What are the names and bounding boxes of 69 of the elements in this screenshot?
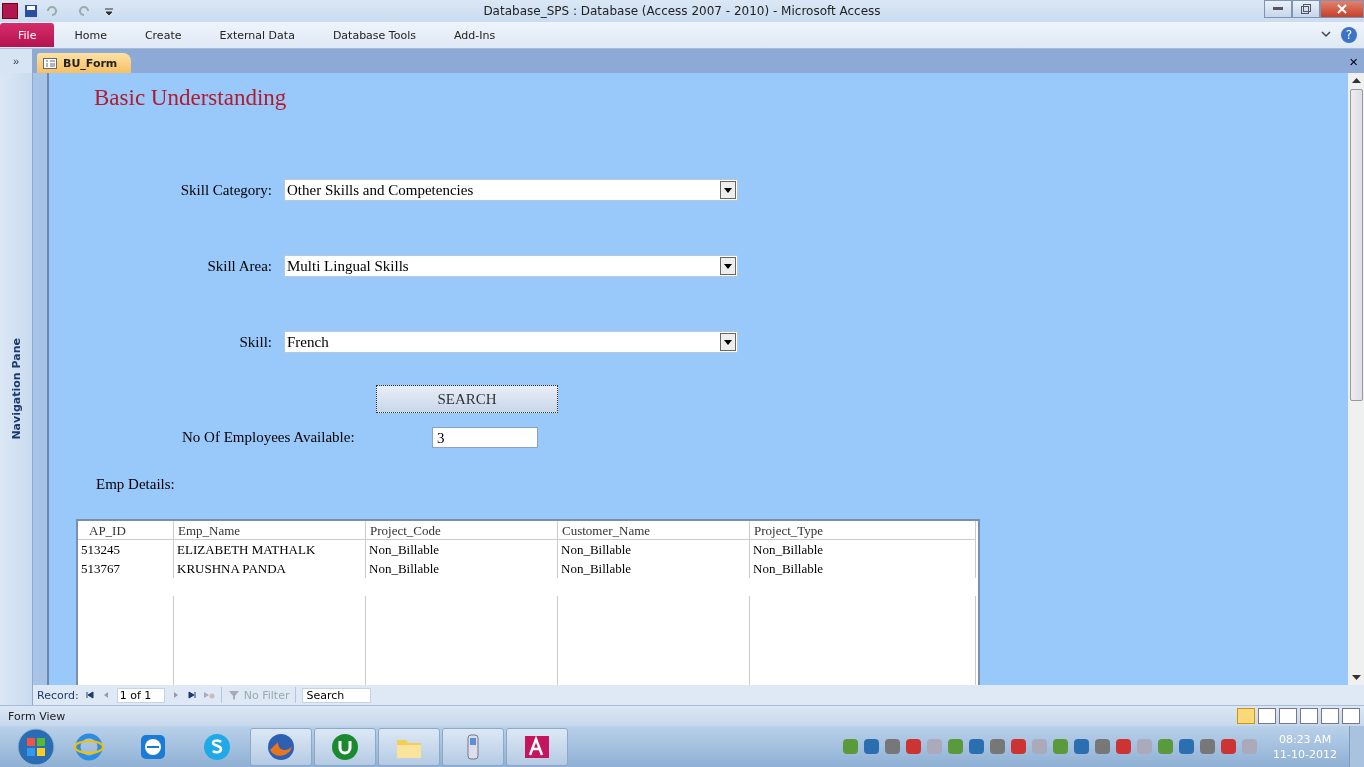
restore-button[interactable]	[1292, 0, 1320, 18]
details-label: Emp Details:	[96, 476, 176, 493]
minimize-icon	[1273, 7, 1283, 11]
column-header[interactable]: Customer_Name	[558, 521, 750, 540]
funnel-icon	[227, 689, 240, 701]
clock-date: 11-10-2012	[1273, 746, 1337, 762]
close-icon	[1337, 4, 1347, 14]
table-cell: Non_Billable	[750, 559, 976, 578]
table-cell: ELIZABETH MATHALK	[174, 540, 366, 559]
expand-button[interactable]: »	[0, 49, 32, 73]
column-header[interactable]: Project_Type	[750, 521, 976, 540]
dropdown-field[interactable]: French	[284, 331, 738, 353]
start-button[interactable]	[16, 726, 56, 767]
mu-icon[interactable]	[330, 731, 360, 762]
record-selector[interactable]	[33, 73, 49, 685]
table-cell: Non_Billable	[366, 559, 558, 578]
count-field[interactable]: 3	[432, 427, 538, 448]
letter-s-icon[interactable]	[202, 731, 232, 762]
form-title: Basic Understanding	[94, 85, 288, 111]
minimize-button[interactable]	[1264, 0, 1292, 18]
search-button[interactable]: SEARCH	[376, 385, 558, 413]
fox-globe-icon[interactable]	[266, 731, 296, 762]
table-cell: Non_Billable	[558, 540, 750, 559]
table-cell: Non_Billable	[366, 540, 558, 559]
table-cell: KRUSHNA PANDA	[174, 559, 366, 578]
scroll-up-arrow-icon[interactable]	[1351, 77, 1361, 83]
ribbon-tab[interactable]: Create	[126, 23, 200, 47]
table-cell: Non_Billable	[750, 540, 976, 559]
table-cell: Non_Billable	[558, 559, 750, 578]
dropdown-field[interactable]: Other Skills and Competencies	[284, 179, 738, 201]
form-icon	[43, 57, 57, 69]
table-cell: 513245	[78, 540, 174, 559]
field-label: Skill Area:	[206, 257, 273, 275]
ribbon-tab[interactable]: Add-Ins	[435, 23, 514, 47]
clock-time: 08:23 AM	[1278, 731, 1332, 747]
save-icon[interactable]	[24, 4, 38, 18]
window-title: Database_SPS : Database (Access 2007 - 2010) - Microsoft Access	[483, 4, 881, 18]
close-button[interactable]	[1320, 0, 1364, 18]
column-header[interactable]: AP_ID	[78, 521, 174, 540]
minimize-ribbon-icon[interactable]	[1320, 30, 1332, 40]
status-text: Form View	[8, 709, 66, 723]
field-label: Skill:	[238, 333, 273, 351]
ribbon-tab[interactable]: File	[0, 23, 55, 47]
record-position-field[interactable]: 1 of 1	[116, 687, 165, 703]
table-cell: 513767	[78, 559, 174, 578]
vertical-scrollbar[interactable]	[1348, 73, 1364, 685]
close-document-button[interactable]: ×	[1343, 52, 1364, 70]
ribbon-tab[interactable]: Database Tools	[314, 23, 434, 47]
first-record-icon[interactable]	[84, 690, 95, 700]
new-record-icon[interactable]	[202, 690, 215, 700]
record-label: Record:	[37, 688, 79, 702]
navigation-pane-label: Navigation Pane	[9, 338, 23, 440]
column-header[interactable]: Project_Code	[366, 521, 558, 540]
restore-icon	[1301, 4, 1311, 14]
count-label: No Of Employees Available:	[182, 429, 356, 446]
column-header[interactable]: Emp_Name	[174, 521, 366, 540]
record-search-field[interactable]: Search	[302, 687, 372, 703]
ribbon-tab[interactable]: External Data	[201, 23, 313, 47]
letter-e-icon[interactable]	[74, 731, 104, 762]
scroll-down-arrow-icon[interactable]	[1351, 675, 1361, 681]
field-label: Skill Category:	[179, 181, 273, 199]
ribbon-tab[interactable]: Home	[56, 23, 125, 47]
help-icon[interactable]: ?	[1340, 26, 1358, 44]
document-tab-label: BU_Form	[63, 56, 118, 70]
customize-caret-icon[interactable]	[104, 5, 114, 17]
dropdown-field[interactable]: Multi Lingual Skills	[284, 255, 738, 277]
document-tab[interactable]: BU_Form	[37, 53, 132, 73]
last-record-icon[interactable]	[186, 690, 197, 700]
navigation-pane[interactable]: Navigation Pane	[0, 73, 32, 705]
